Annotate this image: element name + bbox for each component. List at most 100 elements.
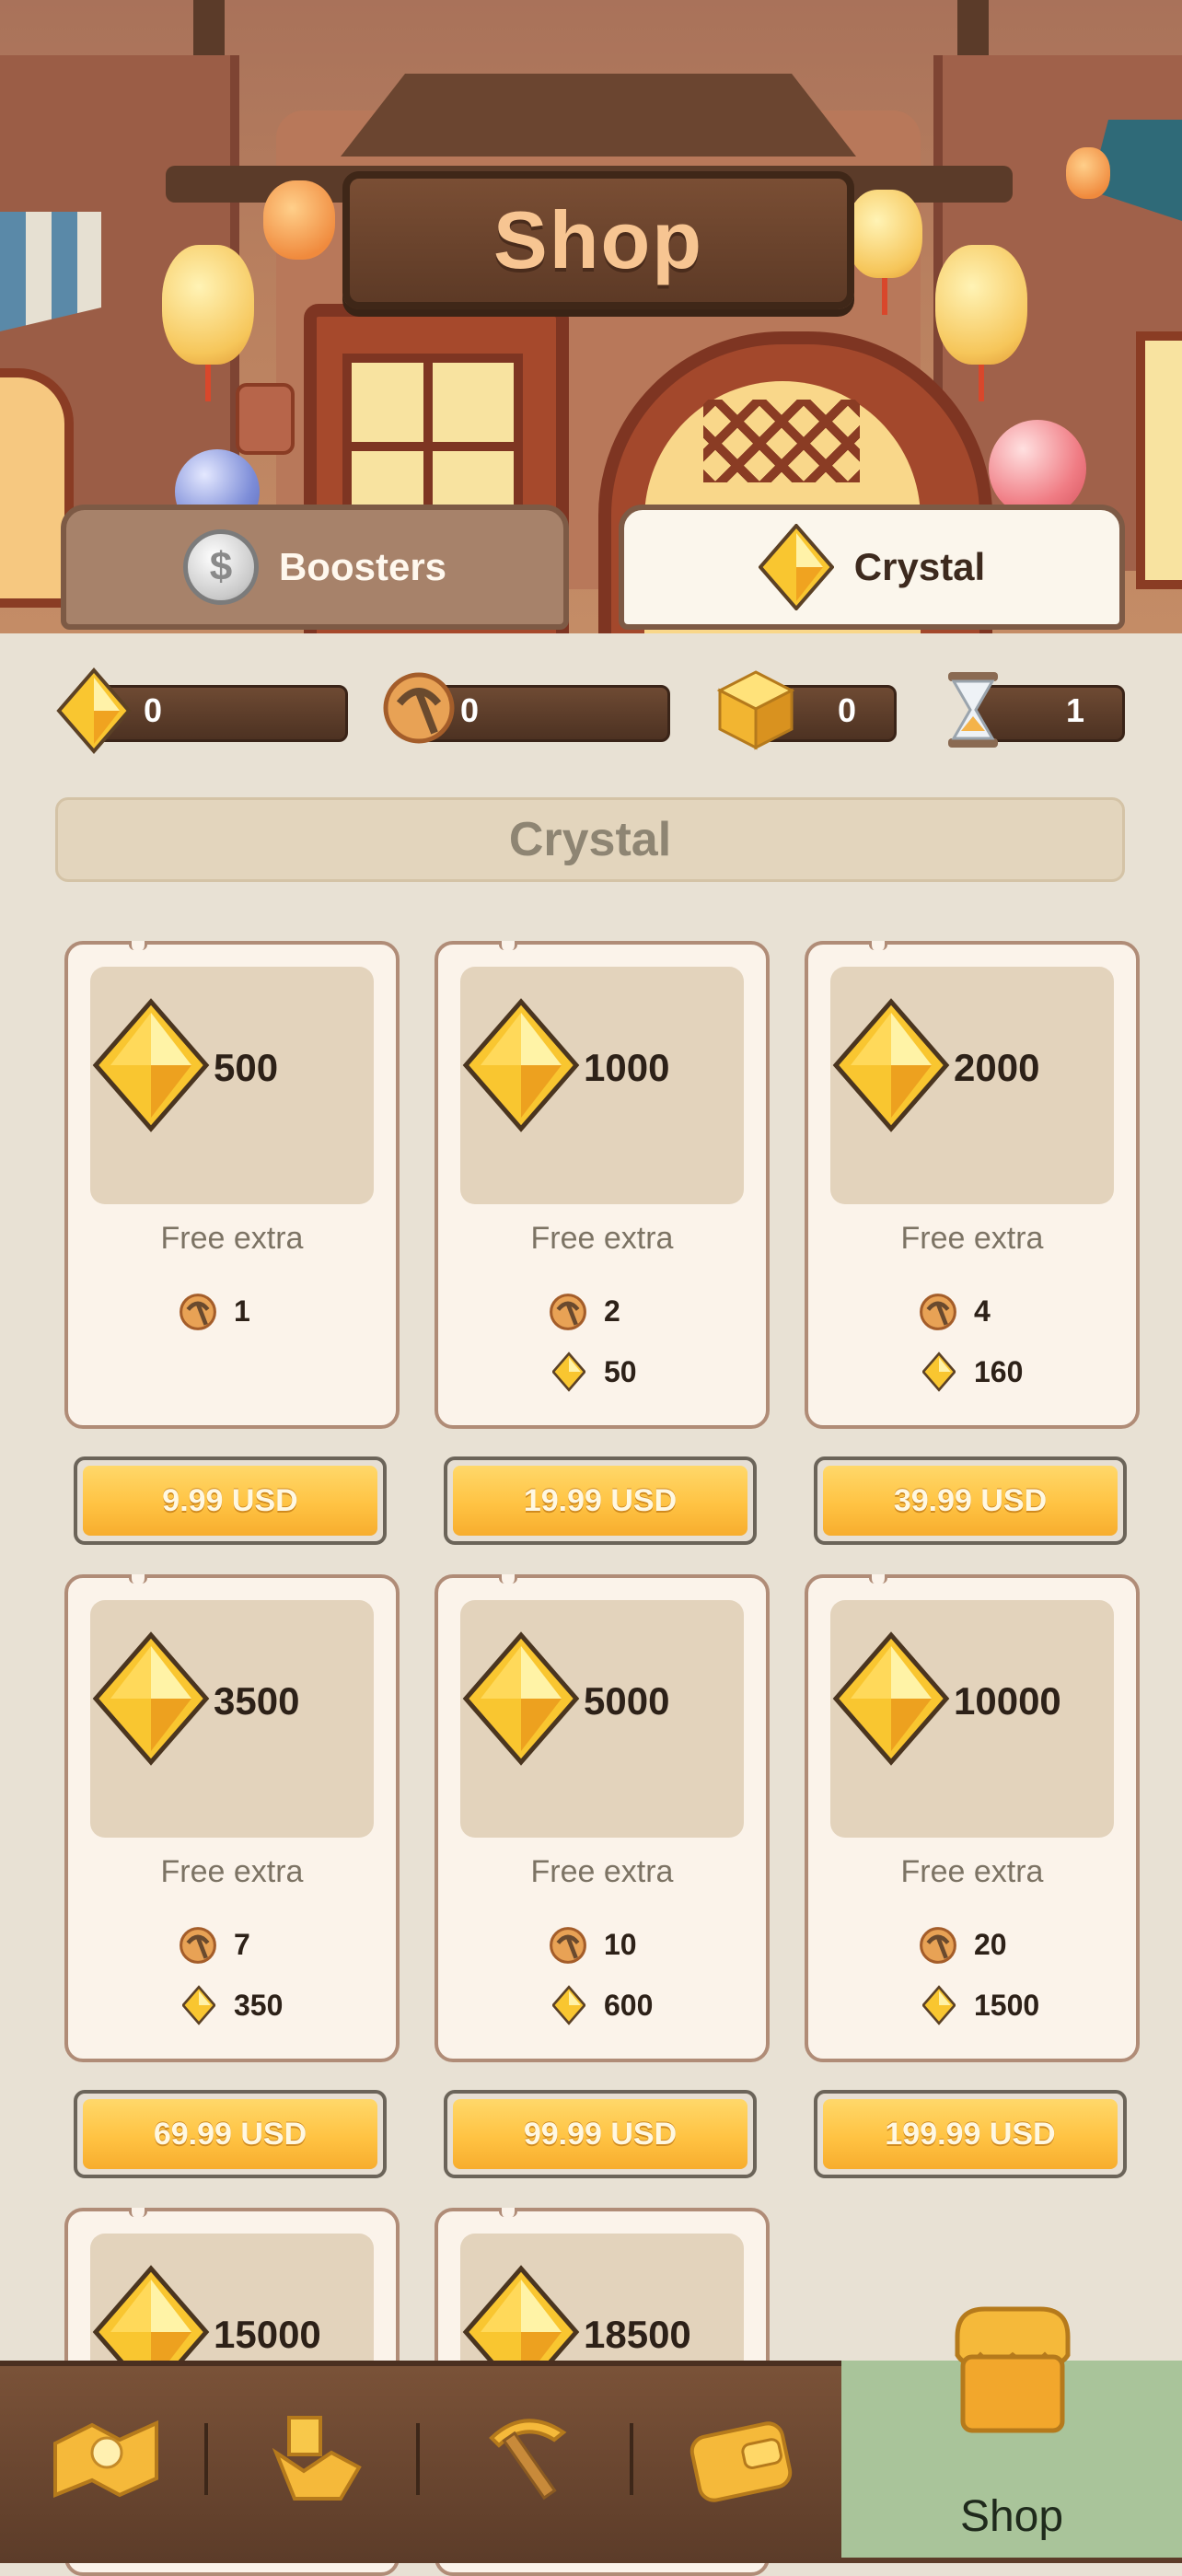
crystal-pack-card[interactable]: 5000 Free extra 10 600 bbox=[435, 1574, 770, 2062]
crystal-pack-card[interactable]: 500 Free extra 1 bbox=[64, 941, 400, 1429]
price-label: 99.99 USD bbox=[523, 2116, 678, 2152]
pickaxe-badge-icon bbox=[917, 1291, 959, 1340]
shop-sign: Shop bbox=[342, 171, 854, 309]
crystal-pack-card[interactable]: 2000 Free extra 4 160 bbox=[805, 941, 1140, 1429]
currency-blocks: 0 bbox=[714, 667, 897, 751]
crystal-icon bbox=[758, 524, 834, 610]
nav-divider bbox=[204, 2423, 208, 2495]
price-label: 39.99 USD bbox=[893, 1482, 1048, 1518]
crystal-pack-card[interactable]: 1000 Free extra 2 50 bbox=[435, 941, 770, 1429]
bonus-value: 20 bbox=[974, 1928, 1007, 1961]
crystal-icon bbox=[921, 1352, 956, 1399]
buy-button[interactable]: 69.99 USD bbox=[74, 2090, 387, 2178]
shop-roof bbox=[341, 74, 856, 157]
tab-boosters[interactable]: $ Boosters bbox=[61, 505, 569, 630]
currency-value: 0 bbox=[144, 691, 163, 729]
crystal-icon bbox=[551, 1352, 586, 1399]
currency-crystal: 0 bbox=[55, 667, 348, 755]
pack-amount: 1000 bbox=[584, 1046, 670, 1089]
section-title: Crystal bbox=[508, 813, 672, 866]
right-window bbox=[1136, 331, 1182, 589]
crystal-icon bbox=[55, 667, 133, 759]
bonus-value: 600 bbox=[604, 1989, 654, 2022]
treasure-map-icon bbox=[46, 2407, 166, 2512]
bonus-value: 10 bbox=[604, 1928, 637, 1961]
nav-divider bbox=[630, 2423, 633, 2495]
tab-label: Boosters bbox=[278, 545, 447, 588]
crystal-icon bbox=[90, 996, 212, 1138]
pickaxe-badge-icon bbox=[547, 1924, 589, 1974]
crystal-icon bbox=[460, 1630, 582, 1771]
pack-amount: 500 bbox=[214, 1046, 279, 1089]
free-extra-label: Free extra bbox=[160, 1221, 304, 1256]
bonus-value: 350 bbox=[234, 1989, 284, 2022]
pack-amount: 3500 bbox=[214, 1679, 300, 1723]
buy-button[interactable]: 39.99 USD bbox=[814, 1456, 1127, 1545]
pickaxe-badge-icon bbox=[917, 1924, 959, 1974]
balloon-pink bbox=[989, 420, 1086, 517]
bonus-value: 7 bbox=[234, 1928, 250, 1961]
pack-amount: 5000 bbox=[584, 1679, 670, 1723]
currency-value: 0 bbox=[460, 691, 480, 729]
buy-button[interactable]: 99.99 USD bbox=[444, 2090, 757, 2178]
crystal-icon bbox=[460, 996, 582, 1138]
free-extra-label: Free extra bbox=[900, 1221, 1044, 1256]
lantern-icon bbox=[1066, 147, 1110, 199]
nav-divider bbox=[416, 2423, 420, 2495]
mine-cart-icon bbox=[267, 2407, 368, 2512]
tab-crystal[interactable]: Crystal bbox=[619, 505, 1125, 630]
bonus-value: 4 bbox=[974, 1294, 991, 1328]
price-label: 9.99 USD bbox=[162, 1482, 298, 1518]
crystal-icon bbox=[551, 1985, 586, 2033]
free-extra-label: Free extra bbox=[530, 1221, 674, 1256]
silver-coin-icon: $ bbox=[182, 529, 259, 605]
nav-pickaxe[interactable] bbox=[423, 2361, 635, 2558]
section-header: Crystal bbox=[55, 797, 1125, 882]
buy-button[interactable]: 19.99 USD bbox=[444, 1456, 757, 1545]
free-extra-label: Free extra bbox=[530, 1854, 674, 1889]
hourglass-icon bbox=[935, 667, 1011, 757]
bonus-value: 2 bbox=[604, 1294, 620, 1328]
bonus-value: 160 bbox=[974, 1355, 1024, 1388]
crystal-icon bbox=[921, 1985, 956, 2033]
crystal-icon bbox=[181, 1985, 216, 2033]
page-title: Shop bbox=[493, 194, 703, 285]
pickaxe-badge-icon bbox=[177, 1291, 219, 1340]
price-label: 69.99 USD bbox=[153, 2116, 307, 2152]
currency-value: 0 bbox=[838, 691, 857, 729]
pack-amount: 10000 bbox=[954, 1679, 1061, 1723]
nav-shop-label: Shop bbox=[959, 2492, 1064, 2541]
crystal-pack-card[interactable]: 3500 Free extra 7 350 bbox=[64, 1574, 400, 2062]
wall-plaque bbox=[236, 383, 295, 455]
pickaxe-badge-icon bbox=[547, 1291, 589, 1340]
gold-cube-icon bbox=[714, 667, 797, 755]
pack-amount: 2000 bbox=[954, 1046, 1040, 1089]
pickaxe-badge-icon bbox=[377, 667, 460, 753]
crystal-icon bbox=[830, 996, 952, 1138]
pickaxe-icon bbox=[479, 2407, 580, 2512]
lantern-icon bbox=[847, 190, 922, 315]
lantern-icon bbox=[263, 180, 335, 260]
crystal-icon bbox=[830, 1630, 952, 1771]
buy-button[interactable]: 9.99 USD bbox=[74, 1456, 387, 1545]
bonus-value: 1500 bbox=[974, 1989, 1040, 2022]
price-label: 199.99 USD bbox=[885, 2116, 1056, 2152]
nav-mine[interactable] bbox=[212, 2361, 423, 2558]
crystal-icon bbox=[90, 1630, 212, 1771]
price-label: 19.99 USD bbox=[523, 1482, 678, 1518]
free-extra-label: Free extra bbox=[900, 1854, 1044, 1889]
currency-pickaxe: 0 bbox=[377, 667, 670, 753]
nav-map[interactable] bbox=[0, 2361, 212, 2558]
pickaxe-badge-icon bbox=[177, 1924, 219, 1974]
bonus-value: 1 bbox=[234, 1294, 250, 1328]
pack-amount: 15000 bbox=[214, 2313, 321, 2356]
shop-stall-icon bbox=[939, 2300, 1086, 2438]
wallet-icon bbox=[686, 2411, 796, 2507]
currency-value: 1 bbox=[1066, 691, 1085, 729]
crystal-pack-card[interactable]: 10000 Free extra 20 1500 bbox=[805, 1574, 1140, 2062]
pack-amount: 18500 bbox=[584, 2313, 691, 2356]
buy-button[interactable]: 199.99 USD bbox=[814, 2090, 1127, 2178]
free-extra-label: Free extra bbox=[160, 1854, 304, 1889]
nav-wallet[interactable] bbox=[635, 2361, 847, 2558]
lantern-icon bbox=[935, 245, 1027, 401]
